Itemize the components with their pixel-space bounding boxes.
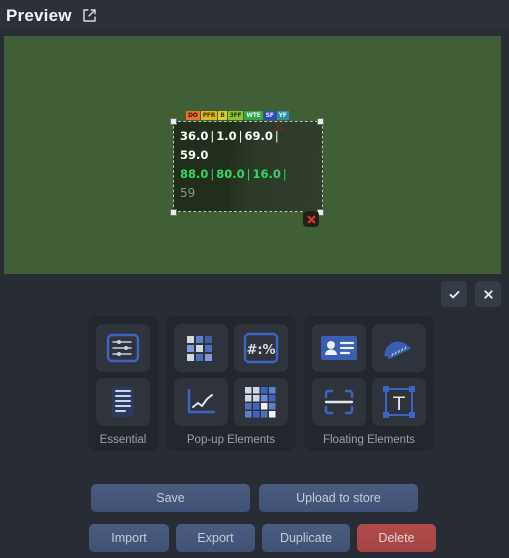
confirm-bar <box>441 281 501 307</box>
upload-to-store-button[interactable]: Upload to store <box>259 484 418 512</box>
accept-button[interactable] <box>441 281 467 307</box>
value-green-0: 88.0 <box>180 167 209 181</box>
value-white-2: 69.0 <box>244 129 273 143</box>
close-x-icon <box>483 289 493 299</box>
tile-list-lines[interactable] <box>96 378 150 426</box>
separator-1: | <box>238 129 243 143</box>
widget-delete-button[interactable] <box>303 211 319 227</box>
red-x-delete-icon <box>307 215 315 223</box>
palette-group-popup-tiles: #:% <box>174 324 288 426</box>
export-button[interactable]: Export <box>176 524 255 552</box>
widget-badge: B <box>218 111 227 120</box>
import-button[interactable]: Import <box>89 524 169 552</box>
id-card-icon <box>321 336 357 360</box>
checkmark-icon <box>449 290 459 298</box>
widget-line-white: 36.0 | 1.0 | 69.0 | <box>180 127 322 146</box>
separator-g2: | <box>282 167 287 181</box>
page-title: Preview <box>6 5 72 25</box>
preview-panel: Preview DO PFR B 3FF WTE SF YF 36.0 | 1.0 | 69.0 | … <box>0 0 509 558</box>
tile-number-percent[interactable]: #:% <box>234 324 288 372</box>
value-green-1: 80.0 <box>216 167 245 181</box>
line-chart-icon <box>187 388 216 414</box>
tile-scan-line[interactable] <box>312 378 366 426</box>
number-percent-icon: #:% <box>243 332 279 364</box>
pixel-grid-icon <box>245 387 276 418</box>
settings-sliders-icon <box>106 333 140 363</box>
tile-pixel-grid[interactable] <box>234 378 288 426</box>
value-white-3: 59.0 <box>180 148 209 162</box>
palette-group-essential: Essential <box>88 316 158 451</box>
widget-line-green: 88.0 | 80.0 | 16.0 | <box>180 165 322 184</box>
save-button[interactable]: Save <box>91 484 250 512</box>
delete-button[interactable]: Delete <box>357 524 436 552</box>
widget-badge: 3FF <box>227 111 244 120</box>
tile-protractor-gauge[interactable] <box>372 324 426 372</box>
widget-value-lines: 36.0 | 1.0 | 69.0 | 59.0 88.0 | 80.0 | 16.0 | 59 <box>174 122 322 203</box>
resize-handle-bottom-left[interactable] <box>170 209 177 216</box>
resize-handle-top-right[interactable] <box>317 118 324 125</box>
selected-widget[interactable]: 36.0 | 1.0 | 69.0 | 59.0 88.0 | 80.0 | 16.0 | 59 <box>173 121 323 212</box>
palette-group-label-popup: Pop-up Elements <box>186 434 276 446</box>
element-palette: Essential #:% Pop-up Elements T Floating… <box>88 316 434 451</box>
palette-group-label-essential: Essential <box>99 434 147 446</box>
palette-group-essential-tiles <box>96 324 150 426</box>
primary-actions: Save Upload to store <box>91 484 418 512</box>
tile-id-card[interactable] <box>312 324 366 372</box>
grid-blocks-icon <box>187 336 212 361</box>
tile-grid-blocks[interactable] <box>174 324 228 372</box>
panel-header: Preview <box>0 0 509 30</box>
external-link-icon[interactable] <box>81 7 98 24</box>
delete-chip-shadow-icon <box>273 120 286 132</box>
protractor-gauge-icon <box>384 341 411 359</box>
value-white-0: 36.0 <box>180 129 209 143</box>
palette-group-popup: #:% Pop-up Elements <box>166 316 296 451</box>
tile-line-chart[interactable] <box>174 378 228 426</box>
tile-text-box[interactable]: T <box>372 378 426 426</box>
palette-group-floating-tiles: T <box>312 324 426 426</box>
text-box-icon: T <box>383 386 415 418</box>
value-gray: 59 <box>180 186 196 200</box>
widget-badge-row: DO PFR B 3FF WTE SF YF <box>186 111 289 120</box>
scan-line-icon <box>324 389 354 415</box>
svg-text:#:%: #:% <box>246 343 275 358</box>
resize-handle-top-left[interactable] <box>170 118 177 125</box>
widget-badge: WTE <box>244 111 263 120</box>
widget-badge: YF <box>276 111 289 120</box>
duplicate-button[interactable]: Duplicate <box>262 524 350 552</box>
value-white-1: 1.0 <box>216 129 237 143</box>
svg-text:T: T <box>392 393 405 415</box>
cancel-button[interactable] <box>475 281 501 307</box>
tile-settings-sliders[interactable] <box>96 324 150 372</box>
value-green-2: 16.0 <box>252 167 281 181</box>
widget-badge: PFR <box>200 111 218 120</box>
palette-group-floating: T Floating Elements <box>304 316 434 451</box>
list-lines-icon <box>112 387 134 417</box>
palette-group-label-floating: Floating Elements <box>322 434 416 446</box>
widget-badge: DO <box>186 111 200 120</box>
secondary-actions: Import Export Duplicate Delete <box>89 524 436 552</box>
widget-badge: SF <box>263 111 276 120</box>
separator-g1: | <box>246 167 251 181</box>
